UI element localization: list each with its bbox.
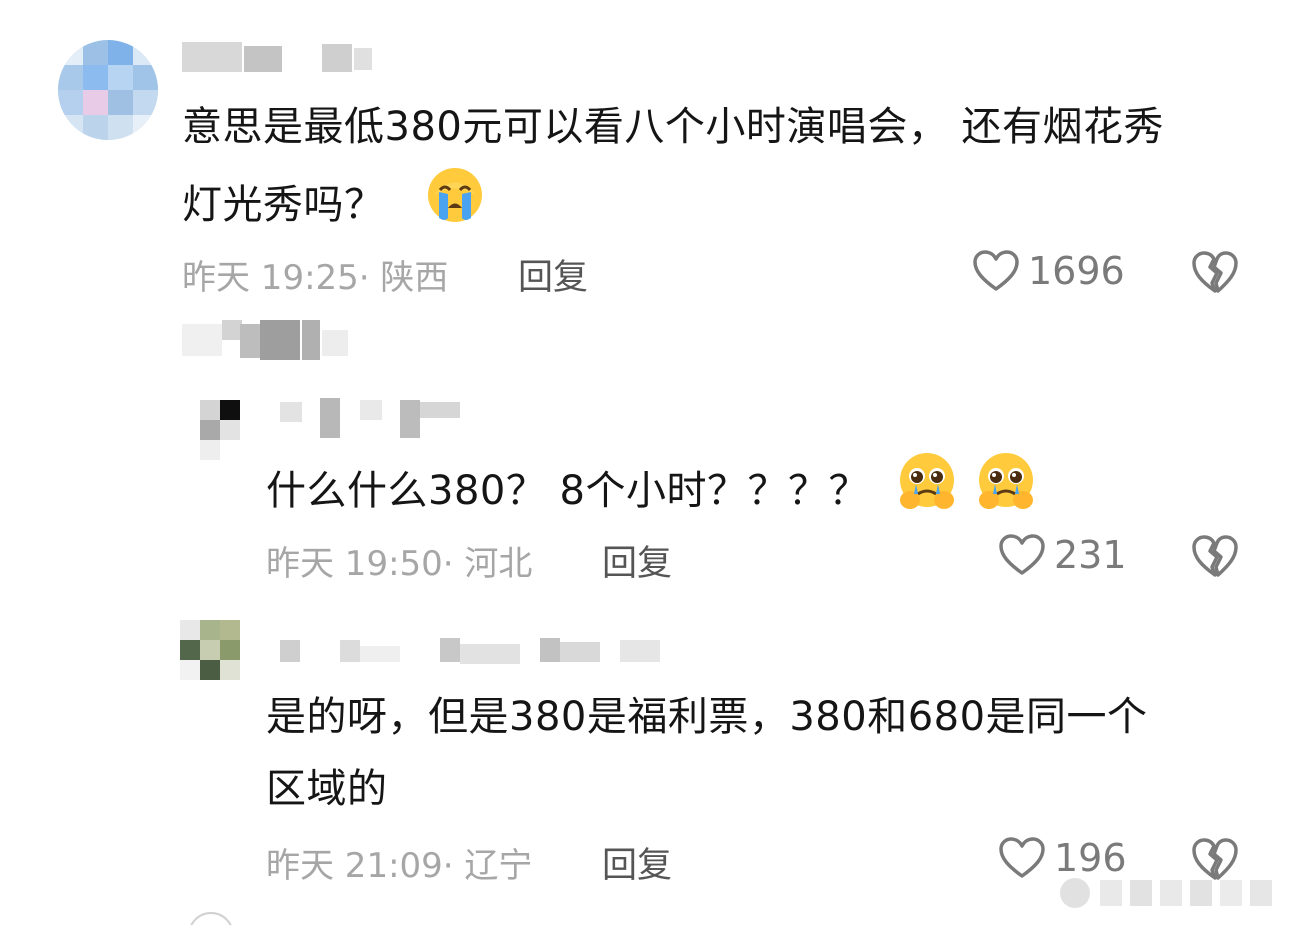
like-button[interactable]: 1696	[972, 249, 1125, 293]
heart-outline-icon	[999, 837, 1045, 878]
comment-text: 什么什么380？ 8个小时？？？？	[266, 450, 1037, 536]
username-pixelated[interactable]	[280, 636, 670, 666]
watermark-pixelated	[1060, 872, 1280, 912]
pleading-face-emoji	[896, 450, 958, 536]
comment-text-line2: 灯光秀吗？	[182, 166, 484, 248]
reply-button[interactable]: 回复	[602, 535, 672, 586]
pleading-face-emoji	[975, 450, 1037, 536]
dislike-button[interactable]	[1190, 249, 1240, 299]
heart-outline-icon	[973, 250, 1019, 291]
comment-timestamp-location: 昨天 19:25· 陕西	[182, 258, 449, 298]
broken-heart-icon	[1192, 535, 1238, 577]
avatar[interactable]	[58, 40, 158, 140]
heart-outline-icon	[999, 534, 1045, 575]
dislike-button[interactable]	[1190, 533, 1240, 583]
like-count: 1696	[1028, 249, 1125, 293]
loudly-crying-face-emoji	[426, 166, 484, 248]
comment-text-line2: 区域的	[266, 766, 388, 812]
comment-timestamp-location: 昨天 21:09· 辽宁	[266, 846, 533, 886]
username-pixelated[interactable]	[182, 40, 382, 74]
comment-text: 是的呀，但是380是福利票，380和680是同一个	[266, 694, 1148, 740]
avatar[interactable]	[200, 400, 242, 460]
expand-replies-pixelated[interactable]	[182, 320, 352, 360]
comment-text: 意思是最低380元可以看八个小时演唱会， 还有烟花秀	[182, 104, 1165, 150]
like-count: 231	[1054, 533, 1127, 577]
avatar[interactable]	[180, 620, 240, 680]
comment-timestamp-location: 昨天 19:50· 河北	[266, 544, 533, 584]
next-avatar-partial	[188, 912, 234, 925]
reply-button[interactable]: 回复	[602, 837, 672, 888]
like-button[interactable]: 231	[998, 533, 1127, 577]
reply-button[interactable]: 回复	[518, 249, 588, 300]
broken-heart-icon	[1192, 251, 1238, 293]
username-pixelated[interactable]	[280, 398, 460, 440]
